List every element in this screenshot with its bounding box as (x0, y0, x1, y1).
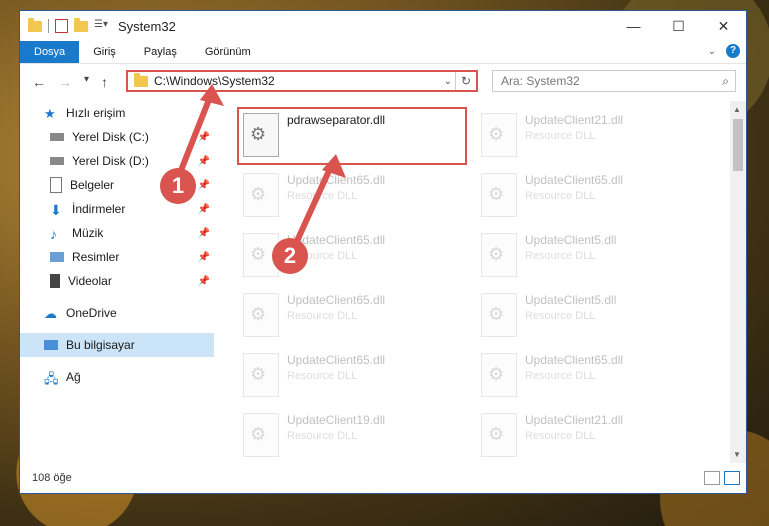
arrow-line-1 (175, 89, 215, 181)
arrow-line-2 (289, 159, 336, 255)
callout-badge-1: 1 (160, 168, 196, 204)
arrow-head-1 (200, 84, 224, 106)
annotation-arrows (175, 84, 346, 255)
callout-badge-2: 2 (272, 238, 308, 274)
